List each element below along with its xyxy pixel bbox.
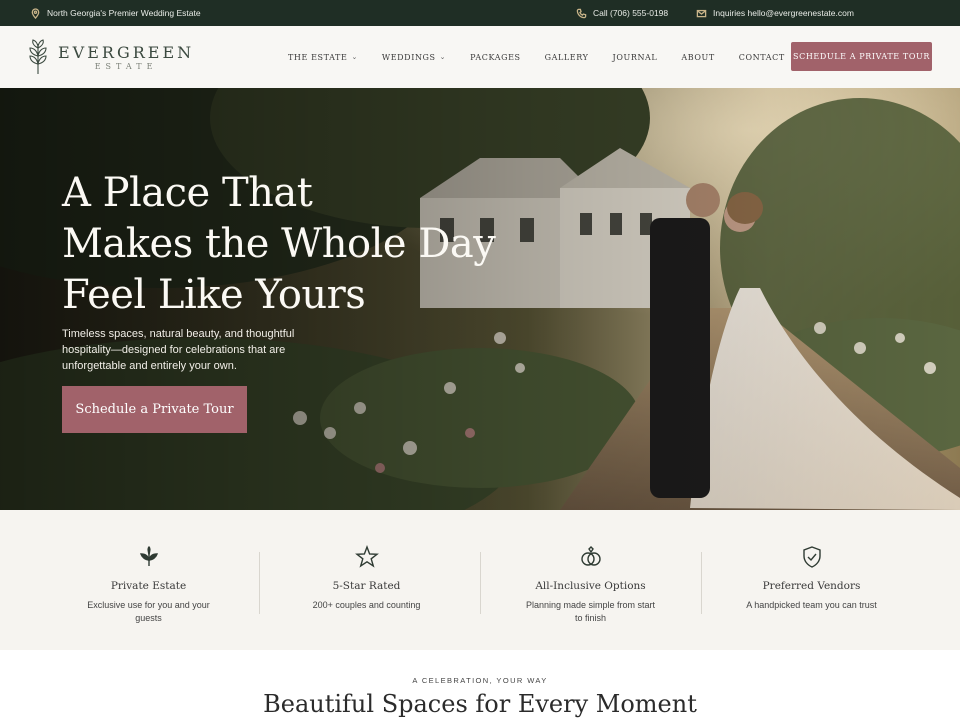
phone-icon (576, 8, 587, 18)
feature-preferred-vendors: Preferred Vendors A handpicked team you … (701, 510, 922, 650)
chevron-down-icon: ⌄ (351, 53, 358, 61)
logo[interactable]: EVERGREEN ESTATE (26, 38, 194, 76)
schedule-tour-hero-button[interactable]: Schedule a Private Tour (62, 386, 247, 433)
phone-text[interactable]: Call (706) 555-0198 (593, 8, 668, 18)
tagline-item: North Georgia's Premier Wedding Estate (30, 0, 201, 26)
chevron-down-icon: ⌄ (439, 53, 447, 61)
main-nav: THE ESTATE ⌄ WEDDINGS ⌄ PACKAGES GALLERY J… (288, 26, 785, 88)
nav-label: THE ESTATE (288, 52, 348, 62)
section-title: Beautiful Spaces for Every Moment (263, 690, 697, 718)
feature-title: All-Inclusive Options (535, 580, 646, 592)
nav-label: JOURNAL (612, 52, 658, 62)
schedule-tour-header-button[interactable]: SCHEDULE A PRIVATE TOUR (791, 42, 932, 71)
feature-desc: Exclusive use for you and your guests (87, 600, 210, 623)
hero-title: A Place That Makes the Whole Day Feel Li… (62, 168, 562, 321)
feature-desc: Planning made simple from start to finis… (525, 600, 656, 623)
feature-five-star: 5-Star Rated 200+ couples and counting (256, 510, 477, 650)
site-header: EVERGREEN ESTATE THE ESTATE ⌄ WEDDINGS ⌄ P… (0, 26, 960, 88)
hero-title-line: Makes the Whole Day (62, 221, 496, 267)
nav-item-packages[interactable]: PACKAGES (470, 53, 521, 62)
nav-label: PACKAGES (470, 52, 521, 62)
section-eyebrow: A CELEBRATION, YOUR WAY (412, 676, 548, 685)
nav-item-about[interactable]: ABOUT (681, 53, 714, 62)
logo-sub: ESTATE (94, 61, 158, 71)
shield-check-icon (799, 544, 825, 570)
nav-label: ABOUT (681, 52, 715, 62)
feature-title: Private Estate (110, 580, 187, 592)
hero-section: A Place That Makes the Whole Day Feel Li… (0, 88, 960, 510)
spaces-section: A CELEBRATION, YOUR WAY Beautiful Spaces… (0, 650, 960, 720)
phone-link[interactable]: Call (706) 555-0198 (576, 0, 668, 26)
nav-label: GALLERY (544, 52, 589, 62)
email-link[interactable]: Inquiries hello@evergreenestate.com (696, 0, 854, 26)
nav-label: WEDDINGS (381, 52, 436, 62)
feature-all-inclusive: All-Inclusive Options Planning made simp… (480, 510, 701, 650)
feature-desc: 200+ couples and counting (312, 600, 421, 610)
rings-icon (578, 544, 604, 570)
top-info-bar: North Georgia's Premier Wedding Estate C… (0, 0, 960, 26)
tree-logo-icon (29, 39, 47, 74)
features-strip: Private Estate Exclusive use for you and… (0, 510, 960, 650)
nav-item-weddings[interactable]: WEDDINGS ⌄ (382, 53, 446, 62)
feature-private-estate: Private Estate Exclusive use for you and… (38, 510, 259, 650)
hero-subtitle: Timeless spaces, natural beauty, and tho… (62, 328, 295, 372)
nav-item-contact[interactable]: CONTACT (739, 53, 785, 62)
leaf-icon (136, 544, 162, 570)
hero-title-line: A Place That (62, 170, 313, 216)
star-icon (354, 544, 380, 570)
nav-item-the-estate[interactable]: THE ESTATE ⌄ (288, 53, 358, 62)
hero-title-line: Feel Like Yours (62, 272, 366, 318)
logo-wordmark: EVERGREEN ESTATE (58, 42, 195, 71)
nav-label: CONTACT (738, 52, 785, 62)
map-pin-icon (31, 7, 40, 19)
feature-title: Preferred Vendors (762, 580, 861, 592)
email-text[interactable]: Inquiries hello@evergreenestate.com (713, 8, 854, 18)
feature-title: 5-Star Rated (332, 580, 401, 592)
nav-item-journal[interactable]: JOURNAL (613, 53, 658, 62)
feature-desc: A handpicked team you can trust (746, 600, 877, 610)
logo-name: EVERGREEN (58, 42, 195, 62)
mail-icon (696, 9, 707, 17)
nav-item-gallery[interactable]: GALLERY (545, 53, 589, 62)
tagline-text: North Georgia's Premier Wedding Estate (47, 8, 201, 18)
